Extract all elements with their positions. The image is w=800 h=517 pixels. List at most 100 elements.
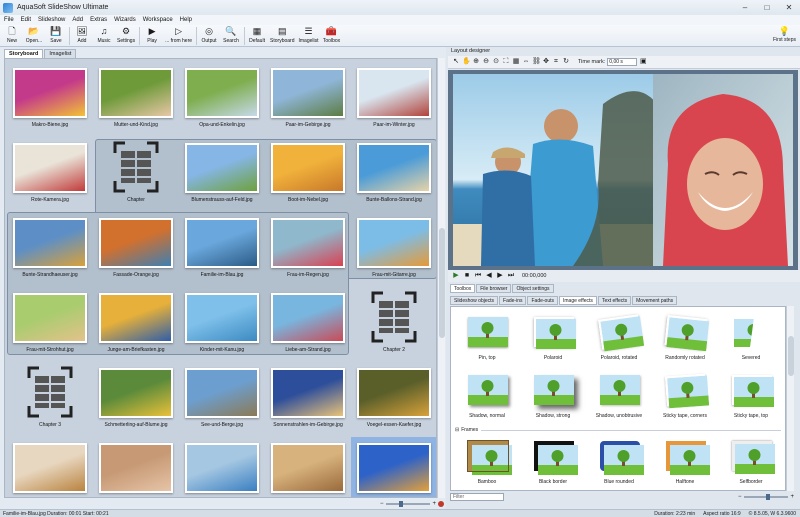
chapter-item[interactable]: Chapter 3 <box>7 362 93 437</box>
effect-item[interactable]: Polaroid, rotated <box>587 311 651 367</box>
tab-file-browser[interactable]: File browser <box>476 284 512 293</box>
storyboard-item[interactable]: Frau-im-Regen.jpg <box>265 212 351 287</box>
menu-file[interactable]: File <box>4 17 14 23</box>
zoom-slider[interactable] <box>385 500 431 507</box>
effect-item[interactable]: Sticky tape, top <box>719 369 783 425</box>
storyboard-item[interactable]: Rote-Kamera.jpg <box>7 137 93 212</box>
toolbar-from-here-button[interactable]: ▷ ... from here <box>165 25 192 44</box>
tab-object-settings[interactable]: Object settings <box>512 284 554 293</box>
pointer-icon[interactable]: ↖ <box>452 58 460 66</box>
time-mark-input[interactable]: 0,00 s <box>607 58 638 66</box>
effect-item[interactable]: Shadow, normal <box>455 369 519 425</box>
close-button[interactable]: ✕ <box>778 0 800 15</box>
tab-toolbox[interactable]: Toolbox <box>450 284 476 293</box>
storyboard-item[interactable]: Blumenstrauss-auf-Feld.jpg <box>179 137 265 212</box>
effect-item[interactable]: Polaroid <box>521 311 585 367</box>
storyboard-item[interactable]: Frau-mit-Gitarre.jpg <box>351 212 436 287</box>
effects-gallery[interactable]: Pin, top Polaroid Polaroid, rotated Randoml… <box>450 306 786 491</box>
zoom-fit-icon[interactable] <box>438 500 444 507</box>
effect-item[interactable]: Black border <box>521 435 585 490</box>
storyboard-item[interactable]: Voegel-essen-Kaefer.jpg <box>351 362 436 437</box>
tab-fade-outs[interactable]: Fade-outs <box>527 296 558 305</box>
play-icon[interactable]: ▶ <box>452 272 460 280</box>
skip-start-icon[interactable]: ⏮ <box>474 272 482 280</box>
minimize-button[interactable]: – <box>734 0 756 15</box>
grid-icon[interactable]: ▦ <box>512 58 520 66</box>
storyboard-item[interactable]: Paar-im-Winter.jpg <box>351 62 436 137</box>
rotate-icon[interactable]: ↻ <box>562 58 570 66</box>
storyboard-area[interactable]: Makro-Biene.jpg Mutter-und-Kind.jpg Opa-un… <box>4 58 437 498</box>
tab-imagelist[interactable]: Imagelist <box>44 49 77 58</box>
storyboard-item[interactable]: Fassade-Orange.jpg <box>93 212 179 287</box>
storyboard-item[interactable]: Opa-und-Enkelin.jpg <box>179 62 265 137</box>
menu-wizards[interactable]: Wizards <box>114 17 136 23</box>
first-steps-button[interactable]: 💡 First steps <box>773 26 796 43</box>
storyboard-item[interactable]: Boot-im-Nebel.jpg <box>265 137 351 212</box>
storyboard-item[interactable] <box>351 437 436 497</box>
effects-scrollbar[interactable] <box>786 306 794 491</box>
effect-item[interactable]: Shadow, strong <box>521 369 585 425</box>
storyboard-item[interactable] <box>179 437 265 497</box>
hand-icon[interactable]: ✋ <box>462 58 471 66</box>
toolbar-storyboard-button[interactable]: ▤ Storyboard <box>270 25 294 44</box>
menu-edit[interactable]: Edit <box>21 17 31 23</box>
zoom-slider[interactable] <box>743 494 789 500</box>
crop-icon[interactable]: ⌗ <box>552 58 560 66</box>
storyboard-scrollbar[interactable] <box>437 58 445 498</box>
effect-item[interactable]: Randomly rotated <box>653 311 717 367</box>
storyboard-item[interactable]: Bunte-Strandhaeuser.jpg <box>7 212 93 287</box>
zoom-in-icon[interactable]: + <box>432 501 436 507</box>
skip-end-icon[interactable]: ⏭ <box>507 272 515 280</box>
storyboard-zoom[interactable]: − + <box>380 499 444 508</box>
effect-item[interactable]: Sticky tape, corners <box>653 369 717 425</box>
zoom-in-icon[interactable]: + <box>790 494 794 500</box>
zoom-out-icon[interactable]: − <box>738 494 742 500</box>
step-forward-icon[interactable]: ▶ <box>496 272 504 280</box>
toolbar-open-button[interactable]: 📂 Open... <box>25 25 43 44</box>
menu-add[interactable]: Add <box>72 17 83 23</box>
zoom-out-icon[interactable]: − <box>380 501 384 507</box>
storyboard-item[interactable]: Frau-mit-Strohhut.jpg <box>7 287 93 362</box>
stop-icon[interactable]: ■ <box>463 272 471 280</box>
scrollbar-thumb[interactable] <box>788 336 794 376</box>
tab-slideshow-objects[interactable]: Slideshow objects <box>450 296 499 305</box>
toolbar-settings-button[interactable]: ⚙ Settings <box>117 25 135 44</box>
storyboard-item[interactable]: Liebe-am-Strand.jpg <box>265 287 351 362</box>
storyboard-item[interactable]: Bunte-Ballons-Strand.jpg <box>351 137 436 212</box>
maximize-button[interactable]: □ <box>756 0 778 15</box>
toolbar-toolbox-button[interactable]: 🧰 Toolbox <box>323 25 341 44</box>
toolbar-output-button[interactable]: ◎ Output <box>200 25 218 44</box>
tab-storyboard[interactable]: Storyboard <box>4 49 44 58</box>
storyboard-item[interactable] <box>265 437 351 497</box>
tab-fade-ins[interactable]: Fade-ins <box>499 296 527 305</box>
effect-item[interactable]: Shadow, unobtrusive <box>587 369 651 425</box>
storyboard-item[interactable]: Makro-Biene.jpg <box>7 62 93 137</box>
menu-workspace[interactable]: Workspace <box>143 17 173 23</box>
storyboard-item[interactable] <box>7 437 93 497</box>
chapter-item[interactable]: Chapter 2 <box>351 287 436 362</box>
toolbar-music-button[interactable]: ♫ Music <box>95 25 113 44</box>
effect-item[interactable]: Pin, top <box>455 311 519 367</box>
step-back-icon[interactable]: ◀ <box>485 272 493 280</box>
fit-icon[interactable]: ⛶ <box>502 58 510 66</box>
storyboard-item[interactable]: Paar-im-Gebirge.jpg <box>265 62 351 137</box>
menu-extras[interactable]: Extras <box>90 17 107 23</box>
effect-item[interactable]: Selfborder <box>719 435 783 490</box>
tab-movement-paths[interactable]: Movement paths <box>632 296 678 305</box>
tab-image-effects[interactable]: Image effects <box>559 296 597 305</box>
preview-canvas[interactable] <box>453 74 793 266</box>
zoom-reset-icon[interactable]: ⊙ <box>492 58 500 66</box>
storyboard-item[interactable]: Sonnenstrahlen-im-Gebirge.jpg <box>265 362 351 437</box>
storyboard-item[interactable]: See-und-Berge.jpg <box>179 362 265 437</box>
storyboard-item[interactable]: Junge-am-Briefkasten.jpg <box>93 287 179 362</box>
storyboard-item[interactable]: Familie-im-Blau.jpg <box>179 212 265 287</box>
storyboard-item[interactable]: Schmetterling-auf-Blume.jpg <box>93 362 179 437</box>
effect-item[interactable]: Bamboo <box>455 435 519 490</box>
storyboard-item[interactable]: Mutter-und-Kind.jpg <box>93 62 179 137</box>
scrollbar-thumb[interactable] <box>439 228 445 338</box>
toolbar-new-button[interactable]: 🗋 New <box>3 25 21 44</box>
effects-zoom[interactable]: − + <box>738 493 794 501</box>
chapter-item[interactable]: Chapter <box>93 137 179 212</box>
toolbar-add-button[interactable]: 🖼 Add <box>73 25 91 44</box>
toolbar-search-button[interactable]: 🔍 Search <box>222 25 240 44</box>
